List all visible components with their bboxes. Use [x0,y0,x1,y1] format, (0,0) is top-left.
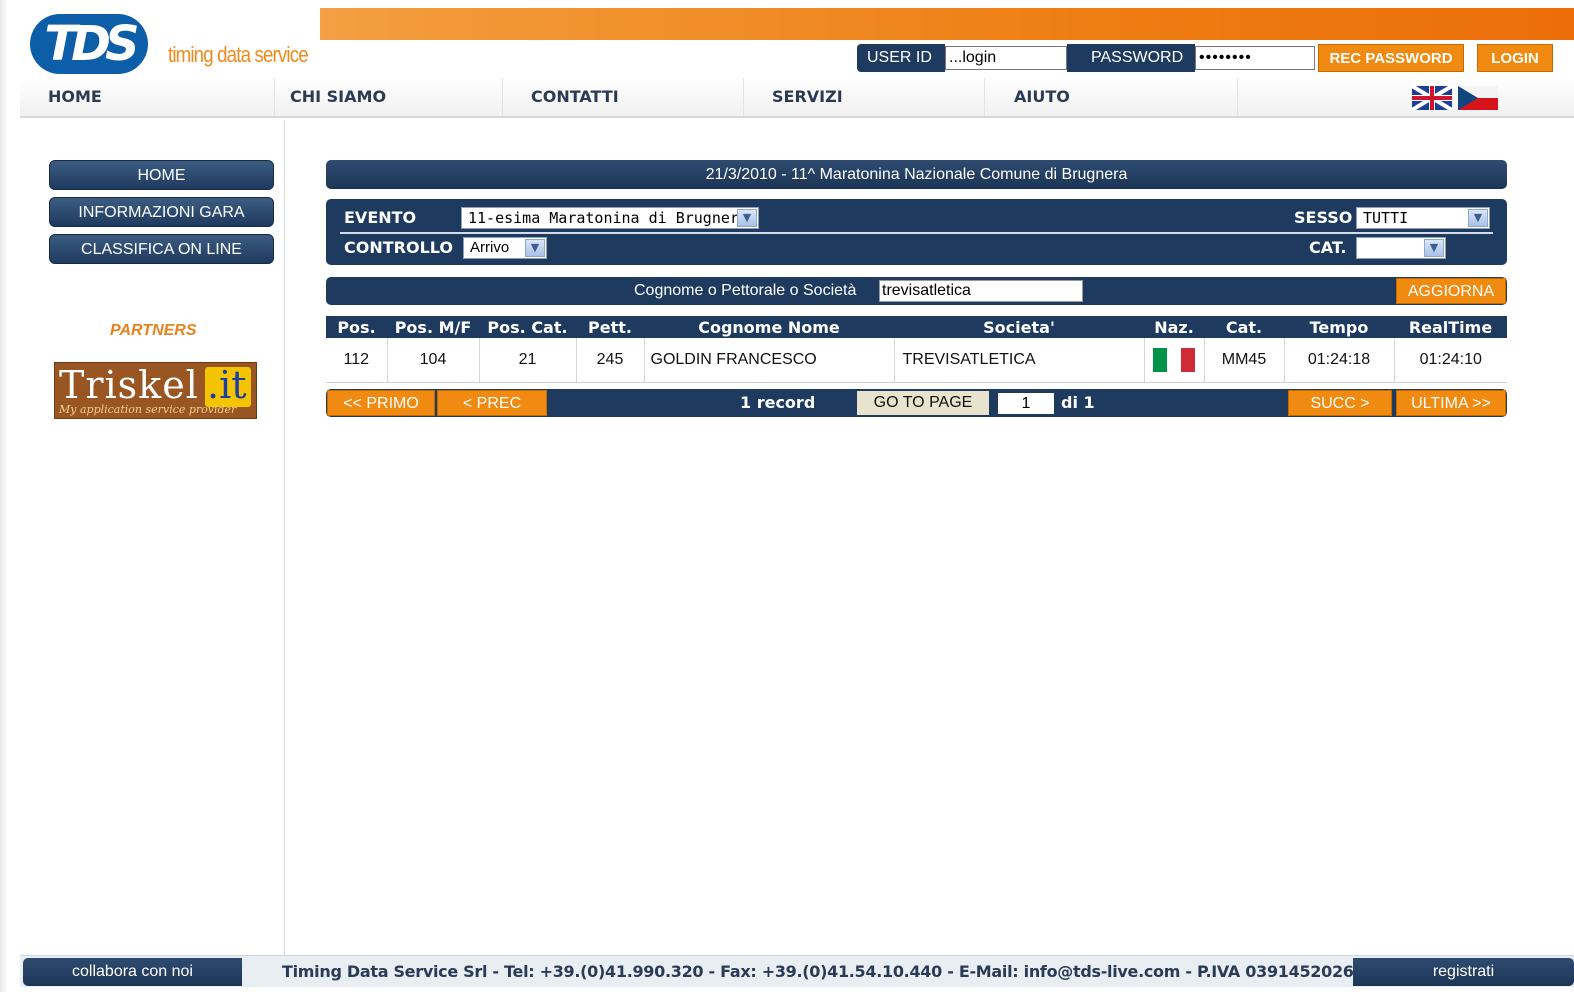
evento-value: 11-esima Maratonina di Brugnera [468,209,748,227]
password-label: PASSWORD [1067,44,1195,72]
controllo-value: Arrivo [470,239,510,256]
last-page-button[interactable]: ULTIMA >> [1396,390,1506,416]
controllo-label: CONTROLLO [344,238,453,257]
col-pos-mf[interactable]: Pos. M/F [387,316,479,338]
cell-pos: 112 [326,338,388,383]
search-label: Cognome o Pettorale o Società [634,282,857,299]
col-pett[interactable]: Pett. [576,316,644,338]
triskel-suffix: .it [207,363,247,407]
results-table: Pos. Pos. M/F Pos. Cat. Pett. Cognome No… [326,316,1507,383]
login-button[interactable]: LOGIN [1477,44,1553,72]
chevron-down-icon[interactable]: ▼ [1468,209,1488,227]
nav-servizi[interactable]: SERVIZI [744,78,985,116]
triskel-logo[interactable]: Triskel .it My application service provi… [54,362,257,419]
col-naz[interactable]: Naz. [1144,316,1204,338]
top-nav: HOME CHI SIAMO CONTATTI SERVIZI AIUTO [20,78,1574,118]
nav-contatti[interactable]: CONTATTI [503,78,744,116]
sesso-select[interactable]: TUTTI ▼ [1356,207,1490,229]
first-page-button[interactable]: << PRIMO [327,390,435,416]
controllo-select[interactable]: Arrivo ▼ [463,237,547,259]
cell-realtime: 01:24:10 [1394,338,1507,383]
cell-nome: GOLDIN FRANCESCO [644,338,895,383]
table-row[interactable]: 112 104 21 245 GOLDIN FRANCESCO TREVISAT… [326,338,1507,383]
collabora-link[interactable]: collabora con noi [23,958,242,986]
page-shadow [0,0,8,992]
triskel-main: Triskel [59,363,199,407]
evento-label: EVENTO [344,208,417,227]
filter-panel: EVENTO 11-esima Maratonina di Brugnera ▼… [326,199,1507,265]
tds-logo[interactable]: TDS [30,14,148,74]
cell-societa: TREVISATLETICA [894,338,1145,383]
chevron-down-icon[interactable]: ▼ [737,209,757,227]
search-input[interactable]: trevisatletica [879,280,1083,302]
race-title: 21/3/2010 - 11^ Maratonina Nazionale Com… [326,160,1507,189]
triskel-tagline: My application service provider [59,403,237,416]
partners-label: PARTNERS [110,322,197,339]
cat-label: CAT. [1309,238,1347,257]
col-cat[interactable]: Cat. [1204,316,1284,338]
sidebar-item-classifica-on-line[interactable]: CLASSIFICA ON LINE [49,234,274,264]
registrati-link[interactable]: registrati [1353,958,1574,986]
password-input[interactable]: •••••••• [1195,46,1315,70]
chevron-down-icon[interactable]: ▼ [525,239,545,257]
triskel-suffix-box: .it [205,363,251,407]
sidebar-item-home[interactable]: HOME [49,160,274,190]
next-page-button[interactable]: SUCC > [1288,390,1392,416]
filter-separator [340,232,1493,234]
aggiorna-button[interactable]: AGGIORNA [1396,278,1506,304]
cell-cat: MM45 [1204,338,1285,383]
evento-select[interactable]: 11-esima Maratonina di Brugnera ▼ [461,207,759,229]
user-id-input[interactable]: ...login [945,46,1067,70]
go-to-page-button[interactable]: GO TO PAGE [857,391,989,415]
footer-contact-info: Timing Data Service Srl - Tel: +39.(0)41… [282,962,1365,981]
col-realtime[interactable]: RealTime [1394,316,1507,338]
sesso-value: TUTTI [1363,209,1409,227]
logo-text: timing data service [168,42,309,67]
nav-chi-siamo[interactable]: CHI SIAMO [262,78,503,116]
col-pos[interactable]: Pos. [326,316,387,338]
italy-flag-icon [1153,347,1195,372]
cell-pos-mf: 104 [387,338,480,383]
col-tempo[interactable]: Tempo [1284,316,1394,338]
rec-password-button[interactable]: REC PASSWORD [1318,44,1464,72]
cell-pos-cat: 21 [479,338,577,383]
col-societa[interactable]: Societa' [894,316,1144,338]
col-pos-cat[interactable]: Pos. Cat. [479,316,576,338]
chevron-down-icon[interactable]: ▼ [1424,239,1444,257]
sesso-label: SESSO [1294,208,1353,227]
user-id-label: USER ID [857,44,945,72]
col-cognome-nome[interactable]: Cognome Nome [644,316,894,338]
login-bar: USER ID ...login PASSWORD •••••••• REC P… [857,44,1557,72]
cell-pett: 245 [576,338,645,383]
cz-flag-icon[interactable] [1458,86,1498,110]
pager: << PRIMO < PREC 1 record GO TO PAGE 1 di… [326,389,1507,417]
prev-page-button[interactable]: < PREC [437,390,547,416]
cell-naz [1144,338,1205,383]
cat-select[interactable]: ▼ [1356,237,1446,259]
record-count: 1 record [740,393,816,412]
footer: collabora con noi Timing Data Service Sr… [20,955,1574,987]
page-total: di 1 [1061,393,1095,412]
search-bar: Cognome o Pettorale o Società trevisatle… [326,277,1507,305]
sidebar-item-informazioni-gara[interactable]: INFORMAZIONI GARA [49,197,274,227]
cell-tempo: 01:24:18 [1284,338,1395,383]
page-number-input[interactable]: 1 [998,393,1054,414]
nav-aiuto[interactable]: AIUTO [986,78,1238,116]
table-header: Pos. Pos. M/F Pos. Cat. Pett. Cognome No… [326,316,1507,338]
nav-home[interactable]: HOME [20,78,275,116]
uk-flag-icon[interactable] [1412,86,1452,110]
